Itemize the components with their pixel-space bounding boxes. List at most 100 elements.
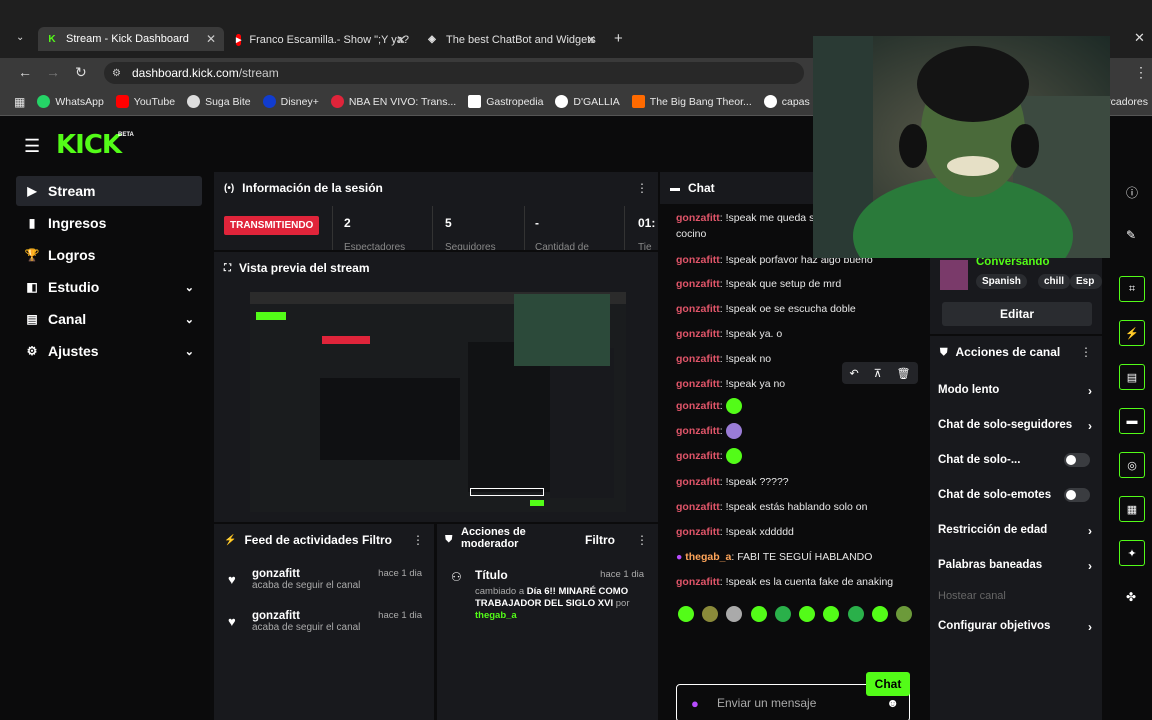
tag-chip[interactable]: Esp (1070, 274, 1102, 289)
tab-youtube[interactable]: ▶ Franco Escamilla.- Show ";Y ya? ✕ (228, 29, 414, 50)
reply-icon[interactable]: ↶ (849, 367, 858, 380)
mic-icon[interactable]: ● (691, 696, 699, 711)
bookmarks-folder[interactable]: rcadores (1107, 96, 1148, 108)
delete-icon[interactable]: 🗑 (897, 367, 911, 380)
broadcast-tool[interactable]: ◎ (1119, 452, 1145, 478)
stream-preview-video[interactable] (250, 292, 626, 512)
chat-tool[interactable]: ▬ (1119, 408, 1145, 434)
goals-item[interactable]: Configurar objetivos › (938, 620, 1098, 634)
chevron-down-icon[interactable]: ⌄ (185, 345, 194, 358)
emote-icon[interactable] (726, 606, 743, 622)
emoji-icon[interactable]: ☻ (886, 696, 899, 710)
forward-icon[interactable]: → (46, 64, 60, 80)
kick-logo[interactable]: KICK (56, 130, 122, 160)
close-icon[interactable]: ✕ (396, 33, 406, 47)
emote-icon[interactable] (750, 606, 767, 622)
browser-menu-icon[interactable]: ⋮ (1134, 64, 1148, 81)
chat-message[interactable]: gonzafitt: (676, 448, 912, 465)
mod-filter-button[interactable]: Filtro (585, 533, 615, 547)
chat-send-button[interactable]: Chat (866, 672, 910, 696)
chat-username[interactable]: gonzafitt (676, 501, 720, 513)
more-options-icon[interactable]: ⋮ (636, 181, 648, 195)
chat-username[interactable]: gonzafitt (676, 303, 720, 315)
tab-kick-dashboard[interactable]: K Stream - Kick Dashboard ✕ (38, 27, 224, 51)
chat-username[interactable]: gonzafitt (676, 576, 720, 588)
bookmark-capas[interactable]: capas (763, 95, 810, 108)
chat-message[interactable]: gonzafitt: (676, 423, 912, 440)
chat-message[interactable]: gonzafitt: (676, 398, 912, 415)
chat-username[interactable]: gonzafitt (676, 254, 720, 266)
chat-username[interactable]: gonzafitt (676, 353, 720, 365)
sidebar-item-estudio[interactable]: ◧ Estudio ⌄ (16, 272, 202, 302)
more-options-icon[interactable]: ⋮ (1080, 345, 1092, 359)
sidebar-item-logros[interactable]: 🏆 Logros (16, 240, 202, 270)
apps-icon[interactable]: ✤ (1126, 590, 1136, 604)
tag-chip[interactable]: chill (1038, 274, 1071, 289)
reload-icon[interactable]: ↻ (75, 64, 87, 81)
pin-icon[interactable]: ⊼ (874, 367, 882, 380)
sidebar-item-ingresos[interactable]: ▮ Ingresos (16, 208, 202, 238)
emote-icon[interactable] (823, 606, 840, 622)
window-close-icon[interactable]: ✕ (1134, 30, 1145, 46)
chat-message[interactable]: gonzafitt: !speak es la cuenta fake de a… (676, 574, 912, 590)
activity-filter-button[interactable]: Filtro (362, 533, 392, 547)
chat-message[interactable]: gonzafitt: !speak ????? (676, 474, 912, 490)
chat-username[interactable]: gonzafitt (676, 526, 720, 538)
bookmark-nba[interactable]: NBA EN VIVO: Trans... (330, 95, 456, 108)
followers-only-item[interactable]: Chat de solo-seguidores › (938, 419, 1098, 433)
site-info-icon[interactable]: ⚙ (112, 68, 121, 79)
chat-username[interactable]: gonzafitt (676, 400, 720, 412)
emote-icon[interactable] (678, 606, 694, 622)
hamburger-menu-icon[interactable]: ☰ (24, 136, 40, 157)
subs-only-toggle[interactable] (1064, 453, 1090, 467)
chat-username[interactable]: gonzafitt (676, 476, 720, 488)
chat-username[interactable]: gonzafitt (676, 450, 720, 462)
sidebar-item-ajustes[interactable]: ⚙ Ajustes ⌄ (16, 336, 202, 366)
emote-icon[interactable] (895, 606, 912, 622)
chat-message[interactable]: gonzafitt: !speak oe se escucha doble (676, 301, 912, 317)
age-restriction-item[interactable]: Restricción de edad › (938, 524, 1098, 538)
bookmark-gastropedia[interactable]: Gastropedia (468, 95, 543, 108)
chat-username[interactable]: gonzafitt (676, 278, 720, 290)
chevron-down-icon[interactable]: ⌄ (185, 313, 194, 326)
chat-message[interactable]: gonzafitt: !speak estás hablando solo on (676, 499, 912, 515)
chat-username[interactable]: gonzafitt (676, 212, 720, 224)
info-icon[interactable]: ⓘ (1126, 184, 1138, 201)
screenshot-tool[interactable]: ⌗ (1119, 276, 1145, 302)
tab-search-icon[interactable]: ⌄ (16, 32, 24, 43)
bookmark-suga-bite[interactable]: Suga Bite (187, 95, 251, 108)
bookmark-big-bang[interactable]: The Big Bang Theor... (631, 95, 752, 108)
close-icon[interactable]: ✕ (586, 33, 596, 47)
edit-button[interactable]: Editar (942, 302, 1092, 326)
slow-mode-item[interactable]: Modo lento › (938, 384, 1098, 398)
wrench-tool[interactable]: ✦ (1119, 540, 1145, 566)
chat-message[interactable]: gonzafitt: !speak xddddd (676, 524, 912, 540)
chat-message[interactable]: ● thegab_a: FABI TE SEGUÍ HABLANDO (676, 549, 912, 565)
apps-icon[interactable]: ▦ (14, 95, 25, 109)
close-icon[interactable]: ✕ (206, 32, 216, 46)
chat-username[interactable]: thegab_a (685, 551, 731, 563)
emote-icon[interactable] (847, 606, 864, 622)
emote-icon[interactable] (702, 606, 719, 622)
chevron-down-icon[interactable]: ⌄ (185, 281, 194, 294)
back-icon[interactable]: ← (18, 64, 32, 80)
tag-chip[interactable]: Spanish (976, 274, 1027, 289)
emote-icon[interactable] (799, 606, 816, 622)
new-tab-icon[interactable]: + (614, 30, 623, 47)
bookmark-dgallia[interactable]: D'GALLIA (555, 95, 620, 108)
bolt-tool[interactable]: ⚡ (1119, 320, 1145, 346)
chat-message[interactable]: gonzafitt: !speak que setup de mrd (676, 276, 912, 292)
emote-icon[interactable] (871, 606, 888, 622)
chat-username[interactable]: gonzafitt (676, 425, 720, 437)
layout-tool[interactable]: ▦ (1119, 496, 1145, 522)
emote-icon[interactable] (774, 606, 791, 622)
bookmark-youtube[interactable]: YouTube (115, 95, 175, 108)
banned-words-item[interactable]: Palabras baneadas › (938, 559, 1098, 573)
emotes-only-toggle[interactable] (1064, 488, 1090, 502)
more-options-icon[interactable]: ⋮ (412, 533, 424, 547)
sidebar-item-canal[interactable]: ▤ Canal ⌄ (16, 304, 202, 334)
sidebar-item-stream[interactable]: ▶ Stream (16, 176, 202, 206)
category-thumbnail[interactable] (940, 260, 968, 290)
chat-username[interactable]: gonzafitt (676, 378, 720, 390)
tab-chatbot[interactable]: ◈ The best ChatBot and Widgets ✕ (418, 29, 604, 50)
